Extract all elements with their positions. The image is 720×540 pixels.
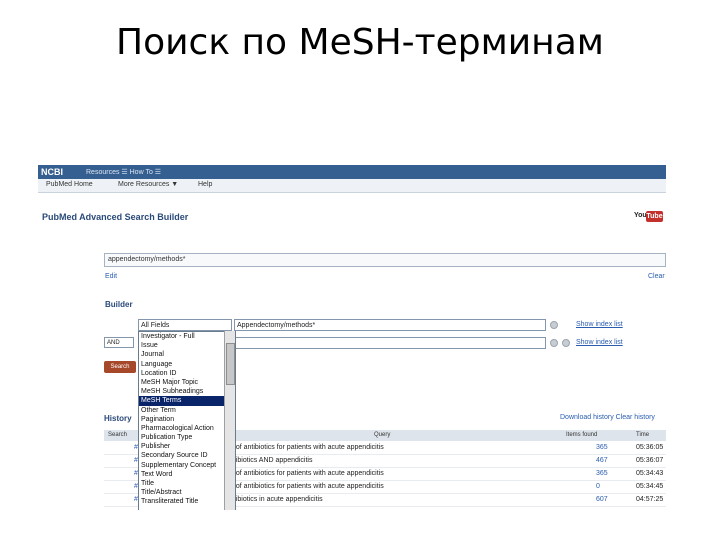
download-history-link[interactable]: Download history Clear history xyxy=(560,414,655,421)
builder-label: Builder xyxy=(105,300,133,309)
dropdown-option[interactable]: Other Term xyxy=(139,406,235,415)
dropdown-option[interactable]: Title xyxy=(139,479,235,488)
search-query-box[interactable]: appendectomy/methods* xyxy=(104,253,666,267)
operator-select[interactable]: AND xyxy=(104,337,134,348)
header-items-found: Items found xyxy=(566,432,598,438)
dropdown-option[interactable]: Title/Abstract xyxy=(139,488,235,497)
history-row-time: 05:36:05 xyxy=(636,444,664,451)
clear-link[interactable]: Clear xyxy=(648,273,665,280)
dropdown-option[interactable]: Transliterated Title xyxy=(139,497,235,506)
header-search: Search xyxy=(108,432,128,438)
dropdown-option[interactable]: Journal xyxy=(139,350,235,359)
help-link[interactable]: Help xyxy=(198,181,212,188)
show-index-link-2[interactable]: Show index list xyxy=(576,339,623,346)
term-input-2[interactable] xyxy=(234,337,546,349)
header-time: Time xyxy=(636,432,650,438)
add-row-icon[interactable] xyxy=(562,339,570,347)
field-dropdown-list[interactable]: Investigator - Full Issue Journal Language L… xyxy=(138,331,236,510)
show-index-link[interactable]: Show index list xyxy=(576,321,623,328)
history-row-items: 607 xyxy=(596,496,608,503)
dropdown-option[interactable]: Issue xyxy=(139,341,235,350)
dropdown-option[interactable]: Secondary Source ID xyxy=(139,451,235,460)
history-row-items: 365 xyxy=(596,444,608,451)
history-row-time: 05:34:43 xyxy=(636,470,664,477)
history-row-query[interactable]: ntibiotics AND appendicitis xyxy=(230,457,313,464)
sub-navigation: PubMed Home More Resources ▼ Help xyxy=(38,179,666,193)
youtube-logo-tube: Tube xyxy=(646,211,663,222)
dropdown-option[interactable]: MeSH Major Topic xyxy=(139,378,235,387)
dropdown-option[interactable]: Pharmacological Action xyxy=(139,424,235,433)
dropdown-option[interactable]: Supplementary Concept xyxy=(139,461,235,470)
pubmed-home-link[interactable]: PubMed Home xyxy=(46,181,93,188)
dropdown-option[interactable]: Pagination xyxy=(139,415,235,424)
history-row-query[interactable]: e of antibiotics for patients with acute… xyxy=(230,444,384,451)
youtube-logo-you: You xyxy=(634,212,647,219)
history-row-time: 05:36:07 xyxy=(636,457,664,464)
header-query: Query xyxy=(374,432,391,438)
dropdown-option[interactable]: MeSH Subheadings xyxy=(139,387,235,396)
dropdown-option[interactable]: Publisher xyxy=(139,442,235,451)
history-row-query[interactable]: e of antibiotics for patients with acute… xyxy=(230,483,384,490)
history-row-time: 05:34:45 xyxy=(636,483,664,490)
field-select[interactable]: All Fields xyxy=(138,319,232,331)
history-row-items: 467 xyxy=(596,457,608,464)
slide-title: Поиск по MeSH-терминам xyxy=(116,22,604,63)
history-row-time: 04:57:25 xyxy=(636,496,664,503)
dropdown-scrollbar[interactable] xyxy=(224,331,235,510)
dropdown-option[interactable]: Investigator - Full xyxy=(139,332,235,341)
youtube-logo[interactable]: You Tube xyxy=(634,211,664,222)
term-input[interactable]: Appendectomy/methods* xyxy=(234,319,546,331)
clear-term-icon[interactable] xyxy=(550,321,558,329)
history-row-items: 365 xyxy=(596,470,608,477)
history-row-query[interactable]: e of antibiotics for patients with acute… xyxy=(230,470,384,477)
search-button[interactable]: Search xyxy=(104,361,136,373)
edit-link[interactable]: Edit xyxy=(105,273,117,280)
ncbi-logo[interactable]: NCBI xyxy=(41,167,63,177)
dropdown-option[interactable]: Language xyxy=(139,360,235,369)
more-resources-menu[interactable]: More Resources ▼ xyxy=(118,181,178,188)
dropdown-option[interactable]: Text Word xyxy=(139,470,235,479)
ncbi-header-bar: NCBI Resources ☰ How To ☰ xyxy=(38,165,666,179)
remove-row-icon[interactable] xyxy=(550,339,558,347)
history-row-items: 0 xyxy=(596,483,600,490)
ncbi-resources-menu[interactable]: Resources ☰ How To ☰ xyxy=(86,168,161,176)
dropdown-option[interactable]: Publication Type xyxy=(139,433,235,442)
page-title: PubMed Advanced Search Builder xyxy=(42,212,189,222)
history-row-query[interactable]: ntibiotics in acute appendicitis xyxy=(230,496,323,503)
pubmed-screenshot: NCBI Resources ☰ How To ☰ PubMed Home Mo… xyxy=(38,165,666,510)
history-label: History xyxy=(104,414,132,423)
dropdown-option[interactable]: MeSH Terms xyxy=(139,396,235,406)
dropdown-option[interactable]: Location ID xyxy=(139,369,235,378)
